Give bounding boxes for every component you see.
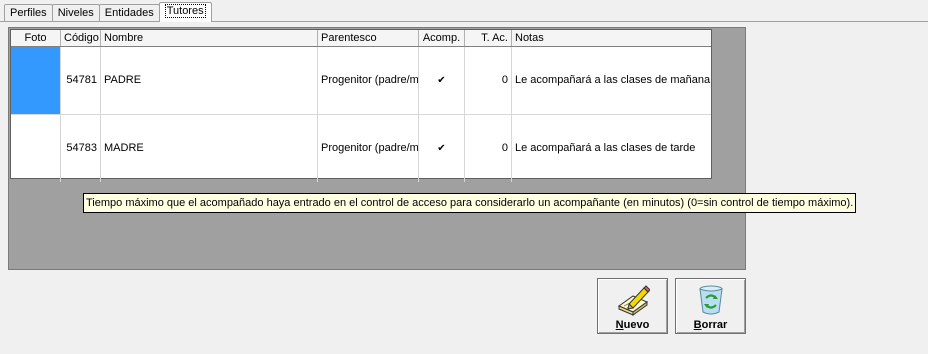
- nombre-cell[interactable]: MADRE: [101, 115, 318, 182]
- nuevo-button[interactable]: Nuevo: [597, 278, 668, 334]
- nuevo-button-label: Nuevo: [615, 319, 650, 331]
- codigo-cell[interactable]: 54781: [61, 47, 101, 114]
- borrar-button-label: Borrar: [693, 319, 728, 331]
- table-row[interactable]: 54781 PADRE Progenitor (padre/m ✔ 0 Le a…: [11, 47, 711, 115]
- notas-cell[interactable]: Le acompañará a las clases de tarde: [512, 115, 711, 182]
- photo-cell[interactable]: [11, 115, 61, 182]
- tab-tutores[interactable]: Tutores: [158, 2, 212, 22]
- column-header-notas[interactable]: Notas: [512, 30, 711, 46]
- nombre-cell[interactable]: PADRE: [101, 47, 318, 114]
- grid-container: Foto Código Nombre Parentesco Acomp. T. …: [8, 27, 746, 270]
- column-header-acomp[interactable]: Acomp.: [419, 30, 465, 46]
- tab-strip: Perfiles Niveles Entidades Tutores: [4, 2, 212, 22]
- table-row[interactable]: 54783 MADRE Progenitor (padre/m ✔ 0 Le a…: [11, 115, 711, 182]
- tab-label: Entidades: [104, 7, 154, 19]
- tac-cell[interactable]: 0: [465, 115, 512, 182]
- borrar-button[interactable]: Borrar: [675, 278, 746, 334]
- checkbox-checked[interactable]: ✔: [436, 143, 447, 154]
- column-header-parentesco[interactable]: Parentesco: [318, 30, 419, 46]
- photo-cell-selected[interactable]: [11, 47, 61, 114]
- tooltip: Tiempo máximo que el acompañado haya ent…: [83, 193, 857, 213]
- acomp-cell[interactable]: ✔: [419, 115, 465, 182]
- tab-label: Perfiles: [10, 7, 47, 19]
- checkbox-checked[interactable]: ✔: [436, 75, 447, 86]
- tab-label: Tutores: [164, 4, 206, 18]
- column-header-nombre[interactable]: Nombre: [101, 30, 318, 46]
- grid-header: Foto Código Nombre Parentesco Acomp. T. …: [11, 30, 711, 47]
- tutors-grid[interactable]: Foto Código Nombre Parentesco Acomp. T. …: [10, 29, 712, 182]
- column-header-foto[interactable]: Foto: [11, 30, 61, 46]
- tab-perfiles[interactable]: Perfiles: [4, 4, 53, 22]
- tab-baseline: [0, 21, 928, 22]
- tab-entidades[interactable]: Entidades: [98, 4, 160, 22]
- codigo-cell[interactable]: 54783: [61, 115, 101, 182]
- tac-cell[interactable]: 0: [465, 47, 512, 114]
- acomp-cell[interactable]: ✔: [419, 47, 465, 114]
- tab-niveles[interactable]: Niveles: [51, 4, 100, 22]
- tab-label: Niveles: [57, 7, 94, 19]
- notas-cell[interactable]: Le acompañará a las clases de mañana: [512, 47, 711, 114]
- column-header-tac[interactable]: T. Ac.: [465, 30, 512, 46]
- recycle-bin-icon: [698, 285, 723, 315]
- column-header-codigo[interactable]: Código: [61, 30, 101, 46]
- parentesco-cell[interactable]: Progenitor (padre/m: [318, 115, 419, 182]
- parentesco-cell[interactable]: Progenitor (padre/m: [318, 47, 419, 114]
- new-document-pencil-icon: [617, 285, 650, 316]
